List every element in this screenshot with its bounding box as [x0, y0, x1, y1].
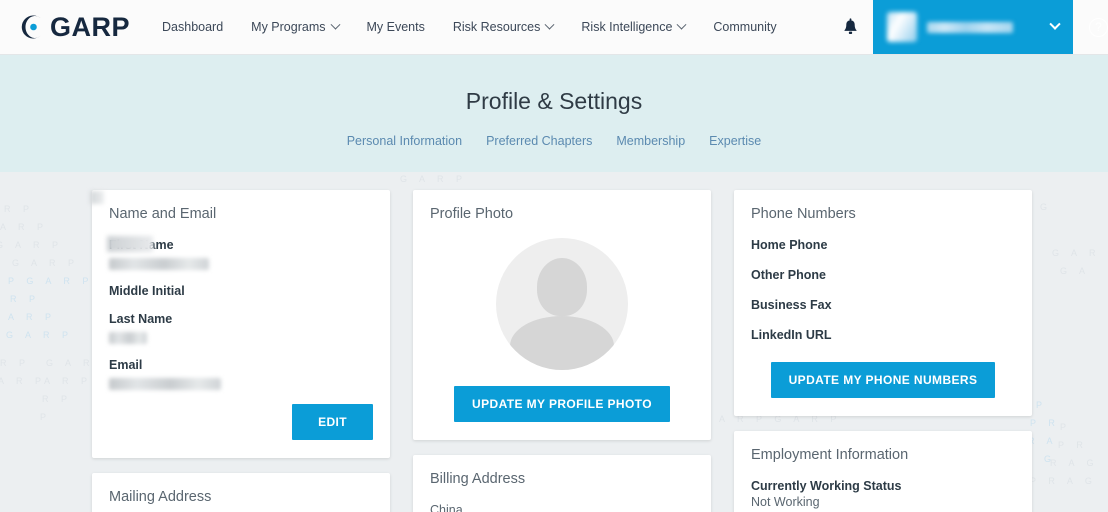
- main-nav-links: Dashboard My Programs My Events Risk Res…: [148, 0, 791, 54]
- field-value-redacted: [109, 378, 221, 390]
- field-label: Email: [109, 358, 143, 372]
- nav-item-community[interactable]: Community: [699, 0, 790, 54]
- nav-label: Dashboard: [162, 20, 224, 34]
- field-home-phone: Home Phone: [751, 238, 828, 252]
- nav-item-risk-intelligence[interactable]: Risk Intelligence: [567, 0, 699, 54]
- nav-item-dashboard[interactable]: Dashboard: [148, 0, 237, 54]
- top-navigation-bar: GARP Dashboard My Programs My Events Ris…: [0, 0, 1108, 55]
- card-title: Profile Photo: [430, 206, 514, 222]
- page-banner: Profile & Settings Personal Information …: [0, 55, 1108, 172]
- logo-text: GARP: [50, 11, 131, 42]
- edit-button-row: EDIT: [109, 404, 373, 440]
- page-title: Profile & Settings: [465, 88, 643, 114]
- field-label: Last Name: [109, 312, 373, 326]
- nav-label: My Programs: [251, 20, 326, 34]
- field-label: First Name: [109, 238, 373, 252]
- nav-item-risk-resources[interactable]: Risk Resources: [439, 0, 568, 54]
- nav-label: Risk Intelligence: [581, 20, 673, 34]
- nav-label: My Events: [366, 20, 425, 34]
- nav-item-my-events[interactable]: My Events: [353, 0, 439, 54]
- field-label: Middle Initial: [109, 284, 185, 298]
- chevron-down-icon: [676, 19, 687, 30]
- field-last-name: Last Name: [109, 312, 373, 344]
- update-profile-photo-button[interactable]: UPDATE MY PROFILE PHOTO: [454, 386, 670, 422]
- tab-membership[interactable]: Membership: [616, 134, 685, 148]
- billing-country: China: [430, 503, 463, 512]
- chevron-down-icon: [544, 19, 555, 30]
- field-middle-initial: Middle Initial: [109, 284, 373, 298]
- field-value-redacted: [109, 332, 147, 344]
- chevron-down-icon: [1049, 18, 1061, 30]
- update-phone-numbers-button[interactable]: UPDATE MY PHONE NUMBERS: [770, 362, 996, 398]
- field-business-fax: Business Fax: [751, 298, 832, 312]
- column-right: Phone Numbers Home Phone Other Phone Bus…: [734, 190, 1032, 512]
- card-mailing-address: Mailing Address: [92, 473, 390, 512]
- field-email: Email: [109, 358, 373, 390]
- update-phone-button-row: UPDATE MY PHONE NUMBERS: [751, 362, 1015, 398]
- card-employment-information: Employment Information Currently Working…: [734, 431, 1032, 512]
- tab-preferred-chapters[interactable]: Preferred Chapters: [486, 134, 592, 148]
- tab-expertise[interactable]: Expertise: [709, 134, 761, 148]
- user-name-redacted: [927, 21, 1013, 33]
- chevron-down-icon: [330, 19, 340, 30]
- working-status-label: Currently Working Status: [751, 479, 902, 493]
- user-account-menu[interactable]: [873, 0, 1073, 54]
- default-avatar-placeholder-icon: [496, 238, 628, 370]
- main-content-area: R P A R P G A R P G A R P P G A R P R P …: [0, 172, 1108, 512]
- card-columns: Name and Email First Name Middle Initial…: [92, 190, 1032, 512]
- edit-button[interactable]: EDIT: [292, 404, 373, 440]
- help-icon[interactable]: ?: [1089, 17, 1108, 37]
- field-linkedin-url: LinkedIn URL: [751, 328, 832, 342]
- field-first-name: First Name: [109, 238, 373, 270]
- nav-label: Risk Resources: [452, 20, 541, 34]
- card-title: Phone Numbers: [751, 206, 856, 222]
- avatar-body-shape: [510, 316, 614, 370]
- column-left: Name and Email First Name Middle Initial…: [92, 190, 390, 512]
- nav-item-my-programs[interactable]: My Programs: [237, 0, 352, 54]
- field-other-phone: Other Phone: [751, 268, 827, 282]
- card-billing-address: Billing Address China: [413, 455, 711, 512]
- notification-bell-button[interactable]: [827, 0, 873, 54]
- tab-personal-information[interactable]: Personal Information: [347, 134, 462, 148]
- field-value-redacted: [109, 258, 209, 270]
- nav-label: Community: [713, 20, 777, 34]
- card-phone-numbers: Phone Numbers Home Phone Other Phone Bus…: [734, 190, 1032, 416]
- nav-right-section: ?: [827, 0, 1108, 54]
- card-name-and-email: Name and Email First Name Middle Initial…: [92, 190, 390, 458]
- card-title: Name and Email: [109, 206, 217, 222]
- card-title: Employment Information: [751, 447, 909, 463]
- avatar-head-shape: [537, 258, 587, 316]
- notification-bell-icon: [843, 17, 857, 34]
- working-status-value: Not Working: [751, 495, 820, 509]
- card-profile-photo: Profile Photo UPDATE MY PROFILE PHOTO: [413, 190, 711, 440]
- column-middle: Profile Photo UPDATE MY PROFILE PHOTO Bi…: [413, 190, 711, 512]
- update-photo-button-row: UPDATE MY PROFILE PHOTO: [430, 386, 694, 422]
- garp-logo[interactable]: GARP: [20, 0, 130, 54]
- section-tabs: Personal Information Preferred Chapters …: [0, 134, 1108, 148]
- card-title: Mailing Address: [109, 489, 212, 505]
- user-avatar: [887, 12, 917, 42]
- garp-eye-logo-icon: [20, 13, 48, 41]
- card-title: Billing Address: [430, 471, 526, 487]
